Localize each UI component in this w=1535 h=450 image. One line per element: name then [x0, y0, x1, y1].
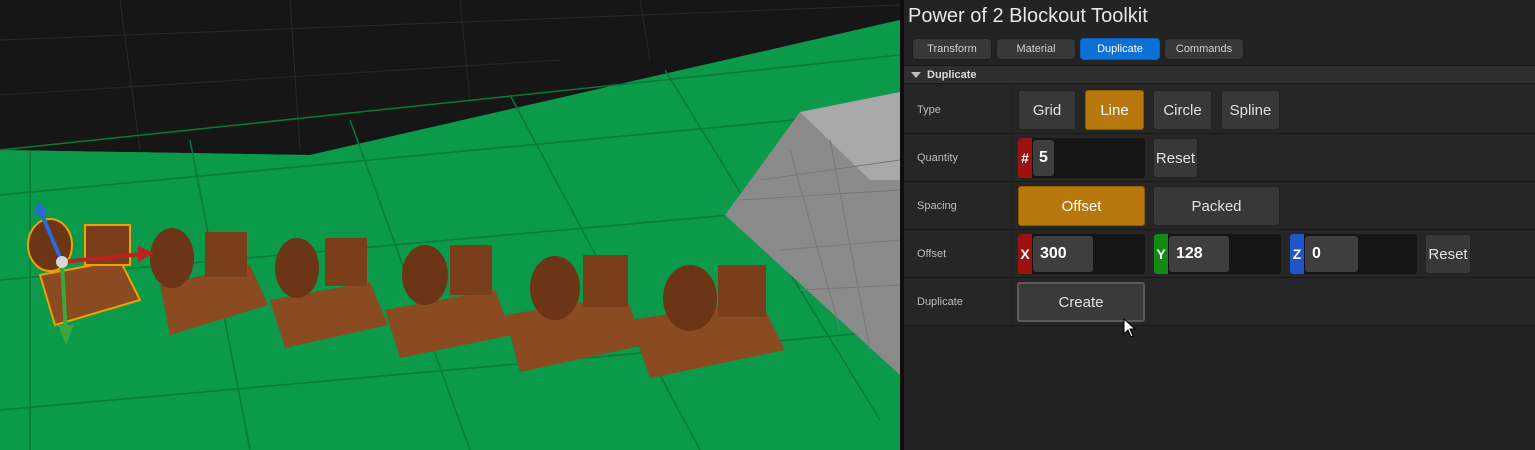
blockout-toolkit-panel: Power of 2 Blockout Toolkit Transform Ma… — [904, 0, 1535, 450]
panel-title: Power of 2 Blockout Toolkit — [908, 5, 1148, 27]
offset-y-value[interactable]: 128 — [1169, 236, 1229, 272]
section-header-duplicate[interactable]: Duplicate — [904, 65, 1535, 84]
triangle-down-icon — [911, 71, 921, 78]
row-type: Type Grid Line Circle Spline — [904, 86, 1535, 134]
tab-bar: Transform Material Duplicate Commands — [912, 38, 1244, 60]
mouse-pointer-icon — [1123, 318, 1137, 338]
row-duplicate: Duplicate Create — [904, 278, 1535, 326]
offset-y-input[interactable]: Y 128 — [1154, 234, 1281, 274]
quantity-label: Quantity — [917, 152, 958, 164]
quantity-reset-button[interactable]: Reset — [1153, 138, 1198, 178]
z-axis-badge: Z — [1290, 234, 1304, 274]
x-axis-badge: X — [1018, 234, 1032, 274]
type-grid-button[interactable]: Grid — [1018, 90, 1076, 130]
duplicate-label: Duplicate — [917, 296, 963, 308]
tab-commands[interactable]: Commands — [1164, 38, 1244, 60]
y-axis-badge: Y — [1154, 234, 1168, 274]
type-line-button[interactable]: Line — [1085, 90, 1144, 130]
offset-label: Offset — [917, 248, 947, 260]
type-circle-button[interactable]: Circle — [1153, 90, 1212, 130]
spacing-label: Spacing — [917, 200, 957, 212]
row-quantity: Quantity # 5 Reset — [904, 134, 1535, 182]
tab-transform[interactable]: Transform — [912, 38, 992, 60]
tab-duplicate[interactable]: Duplicate — [1080, 38, 1160, 60]
quantity-value[interactable]: 5 — [1033, 140, 1054, 176]
offset-x-value[interactable]: 300 — [1033, 236, 1093, 272]
offset-reset-button[interactable]: Reset — [1425, 234, 1471, 274]
hash-icon: # — [1018, 138, 1032, 178]
type-label: Type — [917, 104, 941, 116]
section-label: Duplicate — [927, 68, 977, 81]
spacing-packed-button[interactable]: Packed — [1153, 186, 1280, 226]
offset-x-input[interactable]: X 300 — [1018, 234, 1145, 274]
offset-z-value[interactable]: 0 — [1305, 236, 1358, 272]
create-button[interactable]: Create — [1017, 282, 1145, 322]
tab-material[interactable]: Material — [996, 38, 1076, 60]
spacing-offset-button[interactable]: Offset — [1018, 186, 1145, 226]
row-offset: Offset X 300 Y 128 Z 0 Reset — [904, 230, 1535, 278]
quantity-input[interactable]: # 5 — [1018, 138, 1145, 178]
level-viewport[interactable] — [0, 0, 900, 450]
type-spline-button[interactable]: Spline — [1221, 90, 1280, 130]
offset-z-input[interactable]: Z 0 — [1290, 234, 1417, 274]
viewport-scene — [0, 0, 900, 450]
row-spacing: Spacing Offset Packed — [904, 182, 1535, 230]
